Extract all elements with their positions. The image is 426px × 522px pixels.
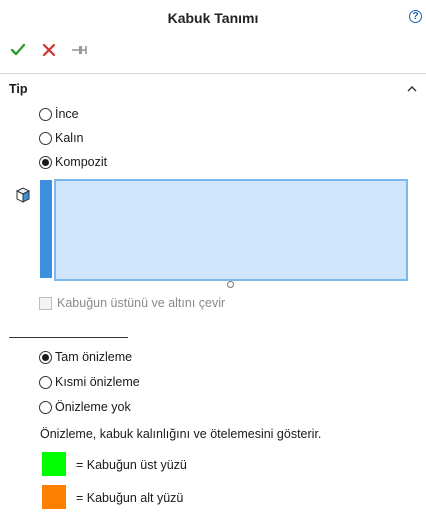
radio-button[interactable]: [39, 107, 52, 121]
radio-full-preview[interactable]: Tam önizleme: [39, 348, 132, 366]
section-title-tip: Tip: [9, 82, 28, 96]
radio-button[interactable]: [39, 350, 52, 364]
flip-checkbox[interactable]: [39, 296, 52, 310]
radio-button[interactable]: [39, 400, 52, 414]
ok-button[interactable]: [8, 40, 28, 60]
radio-no-preview[interactable]: Önizleme yok: [39, 398, 131, 416]
selection-list-box[interactable]: [54, 179, 408, 281]
top-face-color-swatch: [42, 452, 66, 476]
top-face-label: = Kabuğun üst yüzü: [76, 458, 187, 472]
divider: [0, 73, 426, 74]
title-bar: Kabuk Tanımı ?: [0, 0, 426, 38]
radio-label: Tam önizleme: [55, 350, 133, 364]
radio-button[interactable]: [39, 155, 52, 169]
radio-label: Kısmi önizleme: [55, 375, 140, 389]
preview-note: Önizleme, kabuk kalınlığını ve ötelemesi…: [40, 427, 322, 441]
radio-ince[interactable]: İnce: [39, 105, 79, 123]
bottom-face-label: = Kabuğun alt yüzü: [76, 491, 184, 505]
radio-button[interactable]: [39, 375, 52, 389]
radio-kalin[interactable]: Kalın: [39, 129, 84, 147]
radio-label: İnce: [55, 107, 79, 121]
checkmark-icon: [10, 43, 26, 56]
pin-button[interactable]: [69, 40, 89, 60]
list-resize-handle[interactable]: [227, 281, 234, 288]
radio-label: Önizleme yok: [55, 400, 131, 414]
body-selection-cube-icon: [15, 187, 31, 203]
radio-partial-preview[interactable]: Kısmi önizleme: [39, 373, 140, 391]
flip-checkbox-row: Kabuğun üstünü ve altını çevir: [39, 296, 225, 310]
flip-checkbox-label: Kabuğun üstünü ve altını çevir: [57, 296, 226, 310]
dialog-title: Kabuk Tanımı: [167, 10, 259, 26]
toolbar: [0, 38, 426, 62]
selection-list-indicator: [40, 180, 52, 278]
help-icon[interactable]: ?: [409, 10, 422, 23]
cancel-button[interactable]: [39, 40, 59, 60]
divider: [9, 337, 128, 338]
radio-label: Kompozit: [55, 155, 108, 169]
pushpin-icon: [72, 46, 87, 54]
radio-label: Kalın: [55, 131, 84, 145]
radio-button[interactable]: [39, 131, 52, 145]
bottom-face-color-swatch: [42, 485, 66, 509]
close-icon: [42, 43, 56, 57]
radio-kompozit[interactable]: Kompozit: [39, 153, 107, 171]
chevron-up-icon[interactable]: [406, 84, 418, 94]
